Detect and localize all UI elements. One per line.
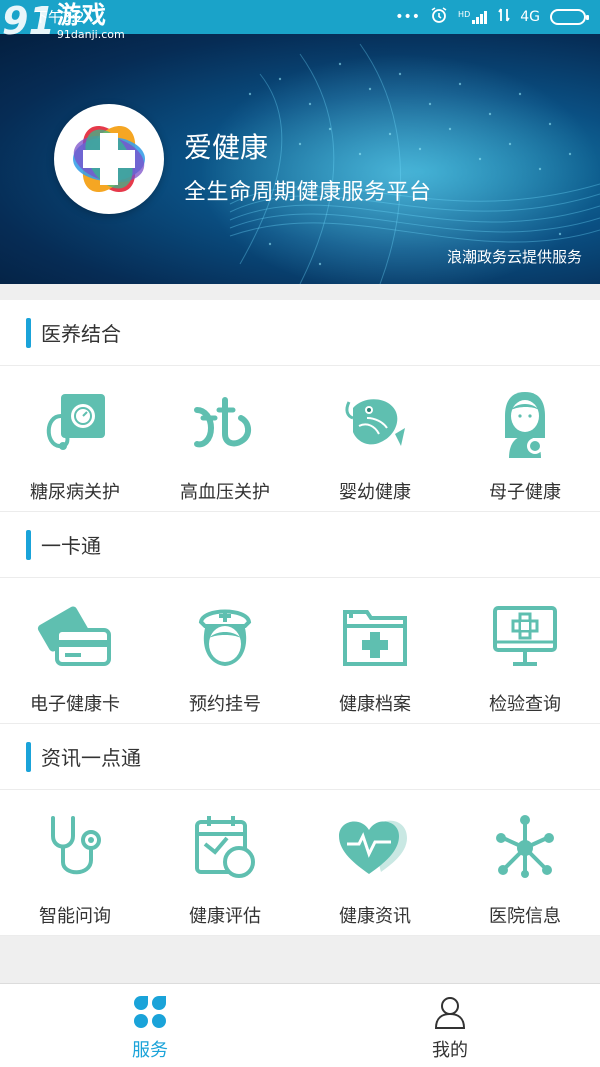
battery-icon bbox=[550, 9, 589, 25]
watermark-logo: 91 游戏 91danji.com bbox=[2, 0, 125, 43]
app-subtitle: 全生命周期健康服务平台 bbox=[184, 180, 432, 205]
section-title: 一卡通 bbox=[41, 534, 101, 558]
section-header-information: 资讯一点通 bbox=[0, 724, 600, 790]
service-label: 医院信息 bbox=[489, 906, 561, 927]
watermark-number: 91 bbox=[2, 0, 55, 43]
service-label: 健康评估 bbox=[189, 906, 261, 927]
service-health-news[interactable]: 健康资讯 bbox=[300, 790, 450, 935]
colorful-cross-icon bbox=[73, 125, 145, 193]
clover-grid-icon bbox=[134, 996, 166, 1028]
service-label: 检验查询 bbox=[489, 694, 561, 715]
section-grid-information: 智能问询 健康评估 健康资讯 医院信息 bbox=[0, 790, 600, 936]
data-transfer-icon bbox=[498, 7, 510, 27]
service-label: 智能问询 bbox=[39, 906, 111, 927]
section-grid-medical-care: 糖尿病关护 高血压关护 婴幼健康 母子健康 bbox=[0, 366, 600, 512]
status-bar: 91 游戏 91danji.com 下午3:2 ••• HD 4G bbox=[0, 0, 600, 41]
health-card-icon bbox=[33, 594, 117, 678]
nav-label: 我的 bbox=[432, 1040, 468, 1061]
service-appointment-registration[interactable]: 预约挂号 bbox=[150, 578, 300, 723]
service-mother-child-health[interactable]: 母子健康 bbox=[450, 366, 600, 511]
section-accent-bar bbox=[26, 529, 31, 560]
section-title: 医养结合 bbox=[41, 322, 121, 346]
alarm-clock-icon bbox=[430, 6, 448, 28]
blood-pressure-monitor-icon bbox=[33, 382, 117, 466]
network-molecule-icon bbox=[483, 806, 567, 890]
service-label: 健康资讯 bbox=[339, 906, 411, 927]
service-health-records[interactable]: 健康档案 bbox=[300, 578, 450, 723]
app-title: 爱健康 bbox=[184, 131, 269, 164]
calendar-assessment-icon bbox=[183, 806, 267, 890]
pulse-symbol-icon bbox=[183, 382, 267, 466]
hd-label: HD bbox=[458, 10, 471, 19]
watermark-name: 游戏 bbox=[56, 1, 107, 29]
user-profile-icon bbox=[434, 997, 466, 1029]
watermark-url: 91danji.com bbox=[56, 28, 125, 42]
section-header-one-card: 一卡通 bbox=[0, 512, 600, 578]
provider-text: 浪潮政务云提供服务 bbox=[446, 248, 582, 266]
service-hypertension-care[interactable]: 高血压关护 bbox=[150, 366, 300, 511]
service-electronic-health-card[interactable]: 电子健康卡 bbox=[0, 578, 150, 723]
service-diabetes-care[interactable]: 糖尿病关护 bbox=[0, 366, 150, 511]
service-test-results-query[interactable]: 检验查询 bbox=[450, 578, 600, 723]
medical-folder-icon bbox=[333, 594, 417, 678]
koi-fish-icon bbox=[333, 382, 417, 466]
service-label: 电子健康卡 bbox=[30, 694, 120, 715]
bottom-nav: 服务 我的 bbox=[0, 983, 600, 1067]
mother-child-icon bbox=[483, 382, 567, 466]
services-content: 医养结合 糖尿病关护 高血压关护 婴幼健康 母子健康 一卡通 电子健康卡 预约挂… bbox=[0, 300, 600, 936]
section-accent-bar bbox=[26, 741, 31, 772]
service-hospital-info[interactable]: 医院信息 bbox=[450, 790, 600, 935]
heart-pulse-icon bbox=[333, 806, 417, 890]
signal-hd-icon: HD bbox=[458, 10, 488, 24]
nav-tab-services[interactable]: 服务 bbox=[0, 984, 300, 1067]
service-health-assessment[interactable]: 健康评估 bbox=[150, 790, 300, 935]
service-label: 健康档案 bbox=[339, 694, 411, 715]
nav-tab-mine[interactable]: 我的 bbox=[300, 984, 600, 1067]
service-label: 母子健康 bbox=[489, 482, 561, 503]
nav-label: 服务 bbox=[132, 1040, 168, 1061]
section-grid-one-card: 电子健康卡 预约挂号 健康档案 检验查询 bbox=[0, 578, 600, 724]
monitor-cross-icon bbox=[483, 594, 567, 678]
service-label: 糖尿病关护 bbox=[30, 482, 120, 503]
section-accent-bar bbox=[26, 317, 31, 348]
service-label: 预约挂号 bbox=[189, 694, 261, 715]
service-label: 婴幼健康 bbox=[339, 482, 411, 503]
service-infant-health[interactable]: 婴幼健康 bbox=[300, 366, 450, 511]
service-label: 高血压关护 bbox=[180, 482, 270, 503]
banner: 爱健康 全生命周期健康服务平台 浪潮政务云提供服务 bbox=[0, 34, 600, 284]
stethoscope-icon bbox=[33, 806, 117, 890]
nurse-icon bbox=[183, 594, 267, 678]
app-logo bbox=[54, 104, 164, 214]
network-type: 4G bbox=[520, 9, 540, 25]
service-smart-inquiry[interactable]: 智能问询 bbox=[0, 790, 150, 935]
more-dots-icon: ••• bbox=[395, 9, 421, 25]
section-title: 资讯一点通 bbox=[41, 746, 141, 770]
section-header-medical-care: 医养结合 bbox=[0, 300, 600, 366]
